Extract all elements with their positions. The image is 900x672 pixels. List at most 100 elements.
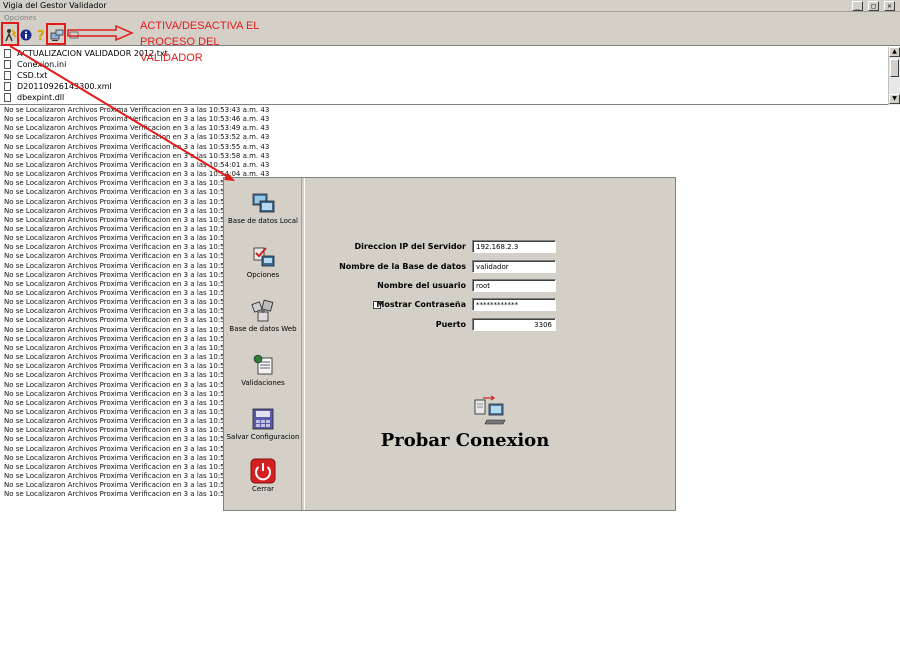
test-connection-icon[interactable] [473,394,507,426]
toolbar-extra-button[interactable] [66,27,82,43]
annotation-line-3: VALIDADOR [140,52,203,64]
list-item[interactable]: D20110926143300.xml [4,81,112,92]
log-line: No se Localizaron Archivos Proxima Verif… [4,188,232,197]
log-line: No se Localizaron Archivos Proxima Verif… [4,353,232,362]
minimize-button[interactable]: _ [852,1,863,11]
log-line: No se Localizaron Archivos Proxima Verif… [4,343,232,352]
menu-opciones[interactable]: Opciones [4,14,36,22]
user-label: Nombre del usuario [377,281,466,290]
log-line: No se Localizaron Archivos Proxima Verif… [4,270,232,279]
show-password-label: Mostrar Contraseña [376,300,466,309]
small-window-icon [69,31,79,39]
info-icon [20,29,32,41]
log-line: No se Localizaron Archivos Proxima Verif… [4,243,232,252]
nav-base-datos-web[interactable]: Base de datos Web [224,298,302,333]
log-line: No se Localizaron Archivos Proxima Verif… [4,215,232,224]
highlight-box-toggle [46,23,66,45]
log-line: No se Localizaron Archivos Proxima Verif… [4,398,232,407]
db-name-row: Nombre de la Base de datos validador [305,260,676,274]
password-field[interactable]: ************ [472,298,556,311]
log-line: No se Localizaron Archivos Proxima Verif… [4,435,232,444]
file-icon [4,60,11,69]
scroll-thumb[interactable] [890,59,899,77]
server-ip-field[interactable]: 192.168.2.3 [472,240,556,253]
log-line: No se Localizaron Archivos Proxima Verif… [4,472,232,480]
log-line: No se Localizaron Archivos Proxima Verif… [4,179,232,188]
log-line: No se Localizaron Archivos Proxima Verif… [4,462,232,471]
scroll-down-icon[interactable]: ▼ [889,94,900,104]
log-line: No se Localizaron Archivos Proxima Verif… [4,160,270,169]
power-icon [250,458,276,484]
list-item[interactable]: CSD.txt [4,70,47,81]
log-line: No se Localizaron Archivos Proxima Verif… [4,197,232,206]
log-line: No se Localizaron Archivos Proxima Verif… [4,481,232,490]
options-icon [253,247,275,267]
log-line: No se Localizaron Archivos Proxima Verif… [4,298,232,307]
file-icon [4,71,11,80]
log-line: No se Localizaron Archivos Proxima Verif… [4,206,232,215]
database-local-icon [252,193,275,213]
log-line: No se Localizaron Archivos Proxima Verif… [4,279,232,288]
nav-base-datos-local[interactable]: Base de datos Local [224,190,302,225]
file-icon [4,82,11,91]
log-line: No se Localizaron Archivos Proxima Verif… [4,380,232,389]
log-line: No se Localizaron Archivos Proxima Verif… [4,371,232,380]
log-line: No se Localizaron Archivos Proxima Verif… [4,252,232,261]
nav-opciones[interactable]: Opciones [224,244,302,279]
log-line: No se Localizaron Archivos Proxima Verif… [4,151,270,160]
log-line: No se Localizaron Archivos Proxima Verif… [4,261,232,270]
server-ip-row: Direccion IP del Servidor 192.168.2.3 [305,240,676,254]
log-line: No se Localizaron Archivos Proxima Verif… [4,389,232,398]
port-label: Puerto [435,320,466,329]
user-field[interactable]: root [472,279,556,292]
log-line: No se Localizaron Archivos Proxima Verif… [4,307,232,316]
log-line: No se Localizaron Archivos Proxima Verif… [4,407,232,416]
log-line: No se Localizaron Archivos Proxima Verif… [4,115,270,124]
svg-text:?: ? [37,29,45,42]
nav-cerrar[interactable]: Cerrar [224,458,302,493]
file-list[interactable]: ACTUALIZACION VALIDADOR 2012.txt Conexio… [0,47,900,105]
file-icon [4,49,11,58]
log-line: No se Localizaron Archivos Proxima Verif… [4,106,270,114]
file-icon [4,93,11,102]
annotation-line-1: ACTIVA/DESACTIVA EL [140,20,260,32]
log-line: No se Localizaron Archivos Proxima Verif… [4,316,232,325]
menu-bar: Opciones [0,12,900,24]
db-name-field[interactable]: validador [472,260,556,273]
db-name-label: Nombre de la Base de datos [339,262,466,271]
log-line: No se Localizaron Archivos Proxima Verif… [4,142,270,151]
log-line: No se Localizaron Archivos Proxima Verif… [4,362,232,371]
connection-settings-panel: Direccion IP del Servidor 192.168.2.3 No… [304,178,675,510]
log-line: No se Localizaron Archivos Proxima Verif… [4,334,232,343]
maximize-button[interactable]: □ [868,1,879,11]
validations-icon [253,354,273,375]
database-web-icon [251,299,274,322]
test-connection-button[interactable]: Probar Conexion [305,430,625,451]
log-line: No se Localizaron Archivos Proxima Verif… [4,453,232,462]
nav-validaciones[interactable]: Validaciones [224,352,302,387]
log-line: No se Localizaron Archivos Proxima Verif… [4,490,232,499]
port-field[interactable]: 3306 [472,318,556,331]
log-line: No se Localizaron Archivos Proxima Verif… [4,289,232,297]
annotation-line-2: PROCESO DEL [140,36,220,48]
log-line: No se Localizaron Archivos Proxima Verif… [4,124,270,133]
save-config-icon [252,408,274,430]
log-line: No se Localizaron Archivos Proxima Verif… [4,426,232,435]
file-list-scrollbar[interactable]: ▲ ▼ [888,47,900,105]
toolbar-info-button[interactable] [18,27,34,43]
server-ip-label: Direccion IP del Servidor [354,242,466,251]
password-row: Mostrar Contraseña ************ [305,298,676,312]
list-item[interactable]: dbexpint.dll [4,92,64,103]
list-item[interactable]: Conexion.ini [4,59,66,70]
window-title: Vigia del Gestor Validador [3,1,107,10]
scroll-up-icon[interactable]: ▲ [889,47,900,57]
highlight-box-run [1,22,19,46]
toolbar: ? [0,24,900,46]
log-line: No se Localizaron Archivos Proxima Verif… [4,444,232,453]
dialog-sidebar: Base de datos Local Opciones Base de dat… [224,178,302,510]
log-line: No se Localizaron Archivos Proxima Verif… [4,417,232,426]
close-button[interactable]: ✕ [884,1,895,11]
log-line: No se Localizaron Archivos Proxima Verif… [4,234,232,243]
nav-salvar-configuracion[interactable]: Salvar Configuracion [224,406,302,441]
log-line: No se Localizaron Archivos Proxima Verif… [4,133,270,142]
